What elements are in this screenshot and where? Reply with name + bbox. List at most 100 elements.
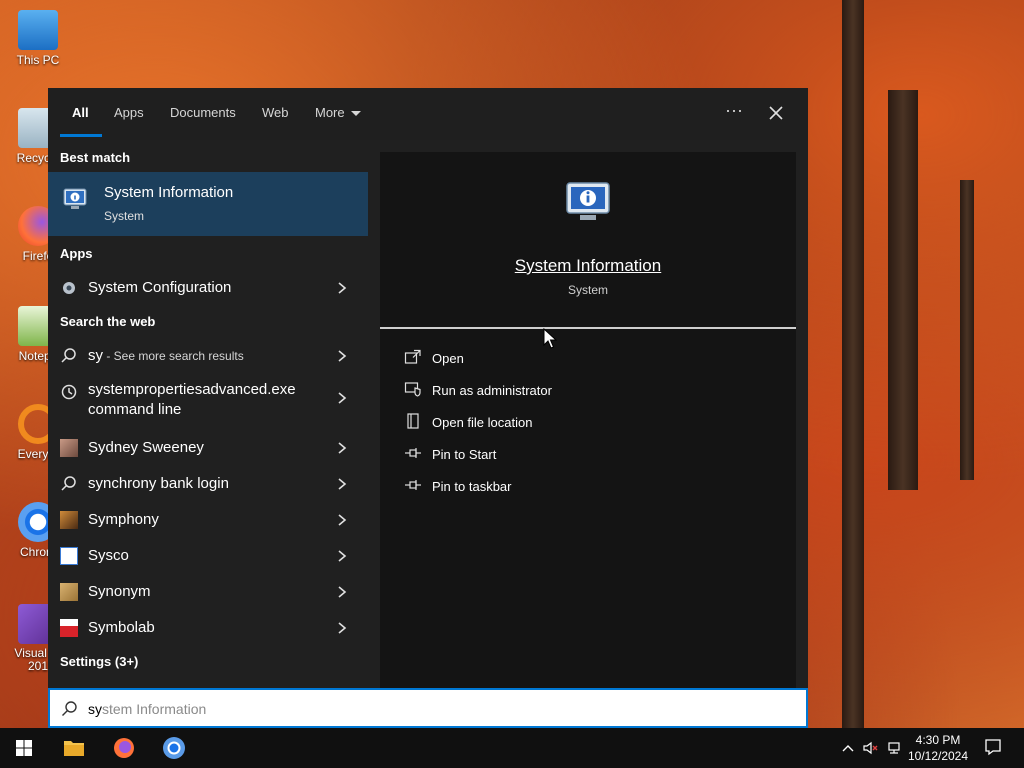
windows-logo-icon — [16, 740, 32, 756]
result-label: Symbolab — [88, 619, 155, 636]
clock-date: 10/12/2024 — [907, 749, 969, 763]
search-icon — [62, 701, 77, 716]
system-information-icon — [63, 188, 87, 209]
caret-down-icon — [350, 111, 361, 117]
chevron-right-icon — [338, 622, 347, 634]
action-pin-to-taskbar[interactable]: Pin to taskbar — [400, 472, 780, 500]
chevron-right-icon — [338, 550, 347, 562]
tab-web[interactable]: Web — [262, 105, 289, 120]
divider — [380, 327, 796, 329]
more-options-button[interactable]: ··· — [720, 100, 748, 124]
web-result-systempropertiesadvanced[interactable]: systempropertiesadvanced.exe command lin… — [48, 374, 368, 420]
taskbar-clock[interactable]: 4:30 PM 10/12/2024 — [902, 732, 974, 764]
results-list: Best match System Information System App… — [48, 140, 368, 688]
chevron-right-icon — [338, 282, 347, 294]
chevron-up-icon[interactable] — [840, 740, 856, 756]
clock-time: 4:30 PM — [915, 733, 961, 747]
system-information-icon — [566, 182, 610, 220]
web-result-see-more[interactable]: sy - See more search results — [48, 338, 368, 372]
search-icon — [61, 348, 76, 363]
this-pc-icon — [18, 10, 58, 50]
chevron-right-icon — [338, 442, 347, 454]
web-result-synonym[interactable]: Synonym — [48, 574, 368, 608]
search-autocomplete-text: stem Information — [102, 701, 207, 717]
thumbnail-icon — [60, 511, 78, 529]
chevron-right-icon — [338, 586, 347, 598]
search-input[interactable]: system Information — [48, 688, 808, 728]
action-label: Run as administrator — [432, 383, 552, 398]
search-tabs: All Apps Documents Web More ··· — [48, 88, 808, 140]
mouse-cursor-icon — [543, 328, 557, 349]
action-run-as-admin[interactable]: Run as administrator — [400, 376, 780, 404]
result-label: Synonym — [88, 583, 151, 600]
start-search-panel: All Apps Documents Web More ··· Best mat… — [48, 88, 808, 688]
chevron-right-icon — [338, 392, 347, 404]
result-label: Symphony — [88, 511, 159, 528]
action-label: Open — [432, 351, 464, 366]
web-result-symphony[interactable]: Symphony — [48, 502, 368, 536]
web-result-symbolab[interactable]: Symbolab — [48, 610, 368, 644]
tab-apps[interactable]: Apps — [114, 105, 144, 120]
tree-trunk — [960, 180, 974, 480]
action-label: Open file location — [432, 415, 533, 430]
system-configuration-icon — [63, 282, 75, 294]
result-label: Sysco — [88, 547, 129, 564]
tab-more-label: More — [315, 105, 345, 120]
tab-more[interactable]: More — [315, 105, 361, 120]
notifications-icon[interactable] — [984, 738, 1002, 756]
result-label: Sydney Sweeney — [88, 439, 204, 456]
chevron-right-icon — [338, 350, 347, 362]
search-typed-text: sy — [88, 701, 102, 717]
action-label: Pin to Start — [432, 447, 497, 462]
firefox-icon — [114, 738, 134, 758]
thumbnail-icon — [60, 439, 78, 457]
taskbar-file-explorer[interactable] — [52, 732, 96, 764]
web-result-sydney-sweeney[interactable]: Sydney Sweeney — [48, 430, 368, 464]
tab-documents[interactable]: Documents — [170, 105, 236, 120]
thumbnail-icon — [60, 583, 78, 601]
file-location-icon — [407, 413, 419, 429]
chevron-right-icon — [338, 478, 347, 490]
preview-subtitle: System — [567, 283, 608, 297]
app-system-configuration[interactable]: System Configuration — [48, 270, 368, 304]
desktop-icon-label: This PC — [16, 53, 60, 67]
chrome-icon — [163, 737, 185, 759]
taskbar-firefox[interactable] — [102, 732, 146, 764]
open-icon — [404, 349, 421, 364]
network-icon[interactable] — [886, 740, 902, 756]
result-label: systempropertiesadvanced.exe command lin… — [88, 381, 296, 418]
action-open-file-location[interactable]: Open file location — [400, 408, 780, 436]
action-open[interactable]: Open — [400, 344, 780, 372]
shield-icon — [404, 382, 421, 397]
tree-trunk — [842, 0, 864, 728]
action-pin-to-start[interactable]: Pin to Start — [400, 440, 780, 468]
pin-icon — [405, 480, 421, 490]
section-apps: Apps — [60, 246, 93, 261]
section-search-web: Search the web — [60, 314, 156, 329]
active-tab-indicator — [60, 134, 102, 137]
preview-title[interactable]: System Information — [380, 256, 796, 276]
thumbnail-icon — [60, 547, 78, 565]
volume-muted-icon[interactable] — [862, 740, 878, 756]
search-text: system Information — [88, 701, 206, 717]
tree-trunk — [888, 90, 918, 490]
thumbnail-icon — [60, 619, 78, 637]
section-settings[interactable]: Settings (3+) — [60, 654, 138, 669]
history-icon — [61, 384, 77, 400]
web-result-sysco[interactable]: Sysco — [48, 538, 368, 572]
result-label: synchrony bank login — [88, 475, 229, 492]
web-result-synchrony[interactable]: synchrony bank login — [48, 466, 368, 500]
chevron-right-icon — [338, 514, 347, 526]
result-label: System Configuration — [88, 279, 232, 296]
section-best-match: Best match — [60, 150, 131, 165]
best-match-item[interactable]: System Information System — [48, 172, 368, 236]
best-match-title: System Information — [104, 184, 234, 201]
start-button[interactable] — [2, 732, 46, 764]
taskbar: 4:30 PM 10/12/2024 — [0, 728, 1024, 768]
taskbar-chrome[interactable] — [152, 732, 196, 764]
close-icon — [769, 106, 783, 120]
close-button[interactable] — [762, 100, 790, 126]
tab-all[interactable]: All — [72, 105, 89, 120]
folder-icon — [64, 741, 84, 756]
desktop-icon-this-pc[interactable]: This PC — [4, 10, 72, 67]
